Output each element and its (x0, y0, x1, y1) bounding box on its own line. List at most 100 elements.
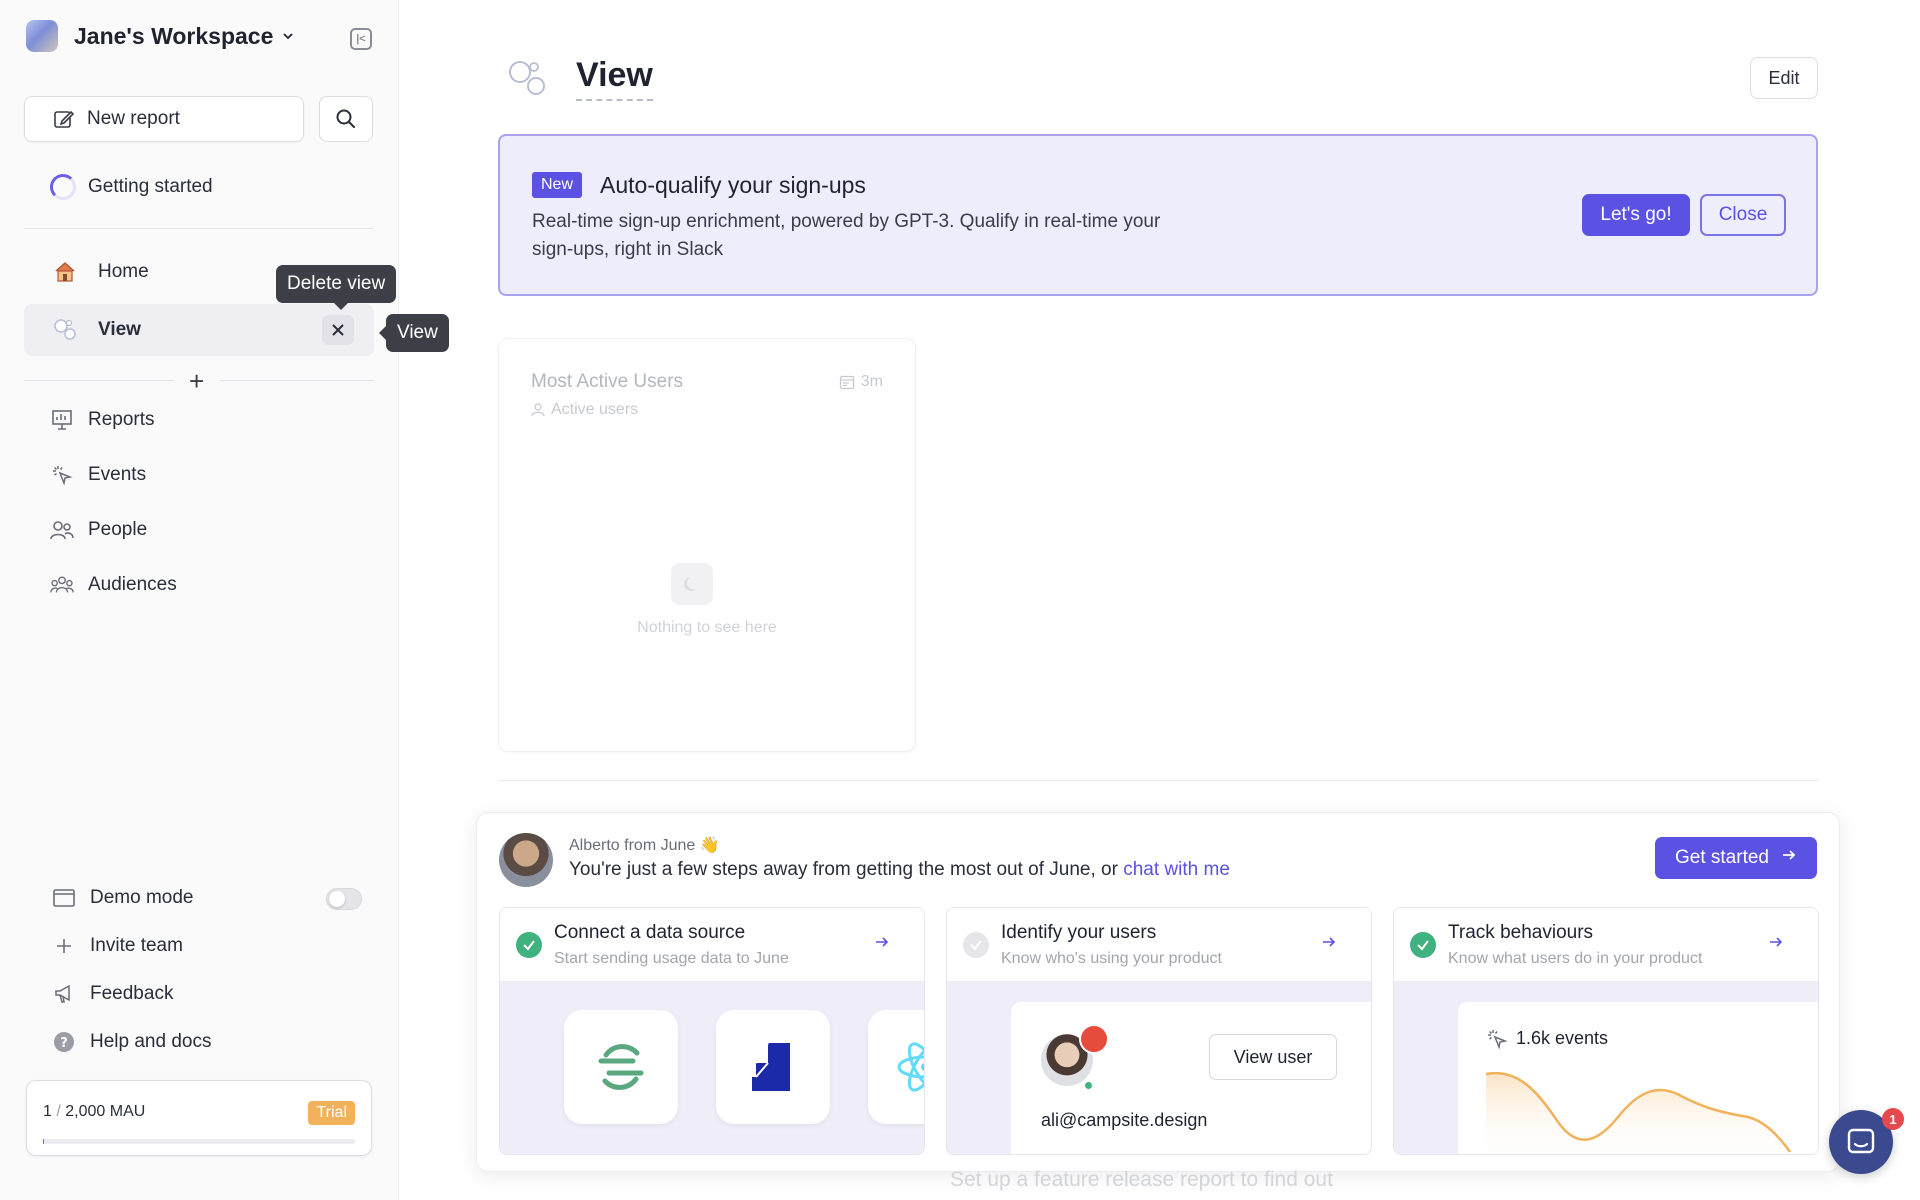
sidebar-item-label: Help and docs (90, 1031, 212, 1052)
step-subtitle: Know who's using your product (1001, 950, 1222, 967)
events-preview-card: 1.6k events (1458, 1002, 1818, 1154)
sidebar-item-label: Reports (88, 409, 155, 430)
report-hint-text: Set up a feature release report to find … (950, 1168, 1333, 1191)
delete-view-button[interactable] (322, 315, 354, 345)
card-time-text: 3m (860, 373, 883, 390)
edit-button[interactable]: Edit (1750, 57, 1818, 99)
delete-view-tooltip: Delete view (276, 265, 397, 310)
bubbles-icon (509, 61, 545, 95)
sidebar-item-label: Audiences (88, 574, 177, 595)
events-count: 1.6k events (1516, 1028, 1609, 1048)
report-icon (50, 408, 74, 432)
search-button[interactable] (319, 96, 373, 142)
svg-text:?: ? (60, 1036, 68, 1051)
new-report-label: New report (87, 108, 180, 129)
audiences-icon (50, 573, 74, 597)
chat-icon (1847, 1128, 1875, 1154)
card-subtitle: Active users (531, 401, 638, 419)
people-icon (50, 518, 74, 542)
step-track-behaviours[interactable]: Track behaviours Know what users do in y… (1393, 907, 1819, 1155)
step-identify-users[interactable]: Identify your users Know who's using you… (946, 907, 1372, 1155)
sidebar-item-demo-mode[interactable]: Demo mode (52, 886, 194, 910)
step-header: Connect a data source Start sending usag… (500, 908, 924, 982)
most-active-users-card[interactable]: Most Active Users Active users 3m Nothin… (498, 338, 916, 752)
window-icon (52, 886, 76, 910)
card-title: Most Active Users (531, 371, 684, 392)
step-connect-data-source[interactable]: Connect a data source Start sending usag… (499, 907, 925, 1155)
get-started-label: Get started (1675, 847, 1769, 868)
sidebar-item-reports[interactable]: Reports (50, 408, 155, 432)
user-preview-card: View user ali@campsite.design (1011, 1002, 1371, 1154)
plus-row-line (220, 380, 374, 381)
sidebar-item-people[interactable]: People (50, 518, 147, 542)
banner-title: Auto-qualify your sign-ups (600, 172, 866, 198)
new-report-button[interactable]: New report (24, 96, 304, 142)
online-status-icon (1083, 1080, 1094, 1091)
close-icon (332, 324, 344, 336)
progress-ring-icon (50, 174, 76, 200)
megaphone-icon (52, 982, 76, 1006)
step-header: Track behaviours Know what users do in y… (1394, 908, 1818, 982)
arrow-right-icon (876, 937, 889, 947)
step-title: Identify your users (1001, 922, 1157, 943)
step-title: Connect a data source (554, 922, 746, 943)
step-illustration (500, 982, 924, 1154)
mau-usage-card[interactable]: 1 / 2,000 MAU Trial (26, 1080, 372, 1156)
sidebar-item-label: Home (98, 261, 149, 282)
card-subtitle-text: Active users (551, 401, 639, 418)
react-logo-icon (868, 1010, 924, 1124)
section-divider (498, 780, 1818, 781)
workspace-logo (26, 20, 58, 52)
lets-go-button[interactable]: Let's go! (1582, 194, 1690, 236)
mau-progress-bar (43, 1139, 355, 1144)
step-subtitle: Start sending usage data to June (554, 950, 789, 967)
view-user-button[interactable]: View user (1209, 1034, 1337, 1080)
empty-state-text: Nothing to see here (637, 619, 777, 636)
getting-started-label: Getting started (88, 176, 213, 197)
chevron-down-icon (283, 33, 294, 40)
new-badge: New (532, 172, 583, 198)
amplitude-logo-icon (716, 1010, 830, 1124)
getting-started-link[interactable]: Getting started (50, 174, 213, 200)
collapse-sidebar-icon[interactable]: |< (350, 28, 372, 50)
onboarding-message-text: You're just a few steps away from gettin… (569, 859, 1124, 880)
moon-icon (671, 563, 713, 605)
demo-mode-toggle[interactable] (326, 888, 362, 910)
sidebar-item-label: View (98, 319, 141, 340)
sidebar-item-view[interactable]: View (24, 304, 374, 356)
unread-count-badge: 1 (1882, 1108, 1904, 1130)
page-title[interactable]: View (576, 56, 653, 101)
mau-usage-text: 1 / 2,000 MAU (43, 1103, 145, 1121)
workspace-switcher[interactable]: Jane's Workspace (26, 20, 295, 52)
sidebar-item-invite-team[interactable]: Invite team (52, 934, 183, 958)
chat-with-me-link[interactable]: chat with me (1123, 859, 1230, 880)
step-subtitle: Know what users do in your product (1448, 950, 1703, 967)
avatar (499, 833, 553, 887)
sidebar-item-label: Invite team (90, 935, 183, 956)
close-banner-button[interactable]: Close (1700, 194, 1786, 236)
onboarding-panel: Alberto from June 👋 You're just a few st… (476, 812, 1840, 1172)
mau-limit: 2,000 MAU (65, 1103, 146, 1120)
get-started-button[interactable]: Get started (1655, 837, 1817, 879)
step-illustration: View user ali@campsite.design (947, 982, 1371, 1154)
calendar-icon (839, 375, 854, 390)
sidebar-item-feedback[interactable]: Feedback (52, 982, 173, 1006)
step-title: Track behaviours (1448, 922, 1594, 943)
sidebar-divider (24, 228, 374, 229)
sidebar-item-audiences[interactable]: Audiences (50, 573, 177, 597)
cursor-click-icon (50, 463, 74, 487)
plus-row-line (24, 380, 174, 381)
mau-separator: / (56, 1103, 61, 1120)
check-icon (516, 932, 542, 958)
user-icon (531, 403, 545, 417)
card-time-range: 3m (839, 373, 883, 391)
banner-description: Real-time sign-up enrichment, powered by… (532, 211, 1161, 260)
cursor-click-icon (1488, 1030, 1508, 1050)
arrow-right-icon (1770, 937, 1783, 947)
arrow-right-icon (1781, 847, 1797, 869)
question-icon: ? (52, 1030, 76, 1054)
events-sparkline (1485, 1071, 1792, 1154)
add-view-icon[interactable]: + (189, 366, 204, 397)
sidebar-item-help[interactable]: ? Help and docs (52, 1030, 211, 1054)
sidebar-item-events[interactable]: Events (50, 463, 146, 487)
